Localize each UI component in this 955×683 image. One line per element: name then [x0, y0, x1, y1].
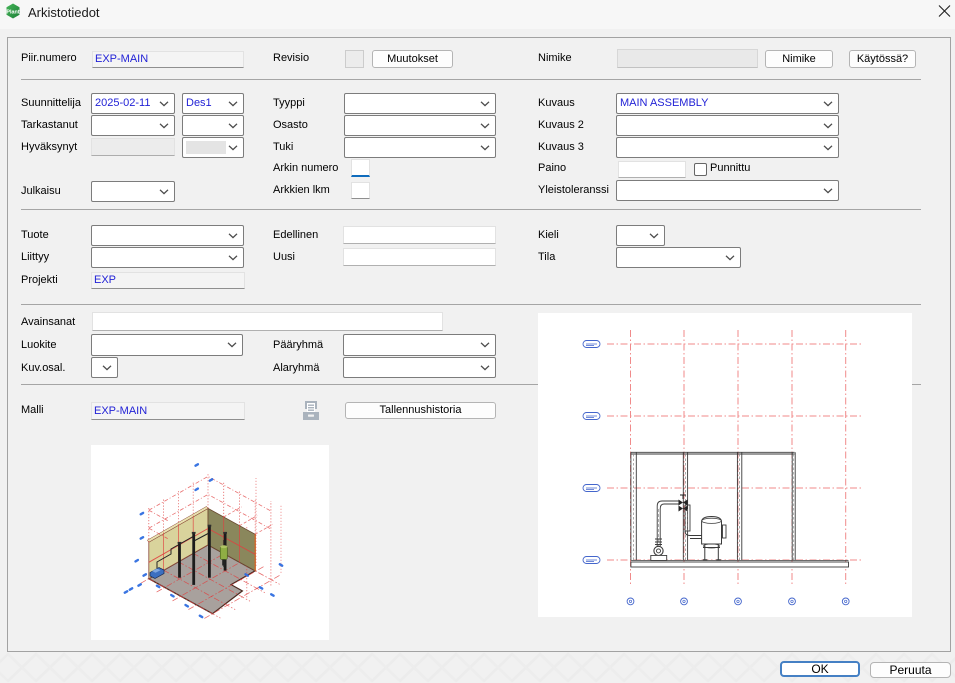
svg-text:Plant: Plant — [6, 10, 19, 16]
